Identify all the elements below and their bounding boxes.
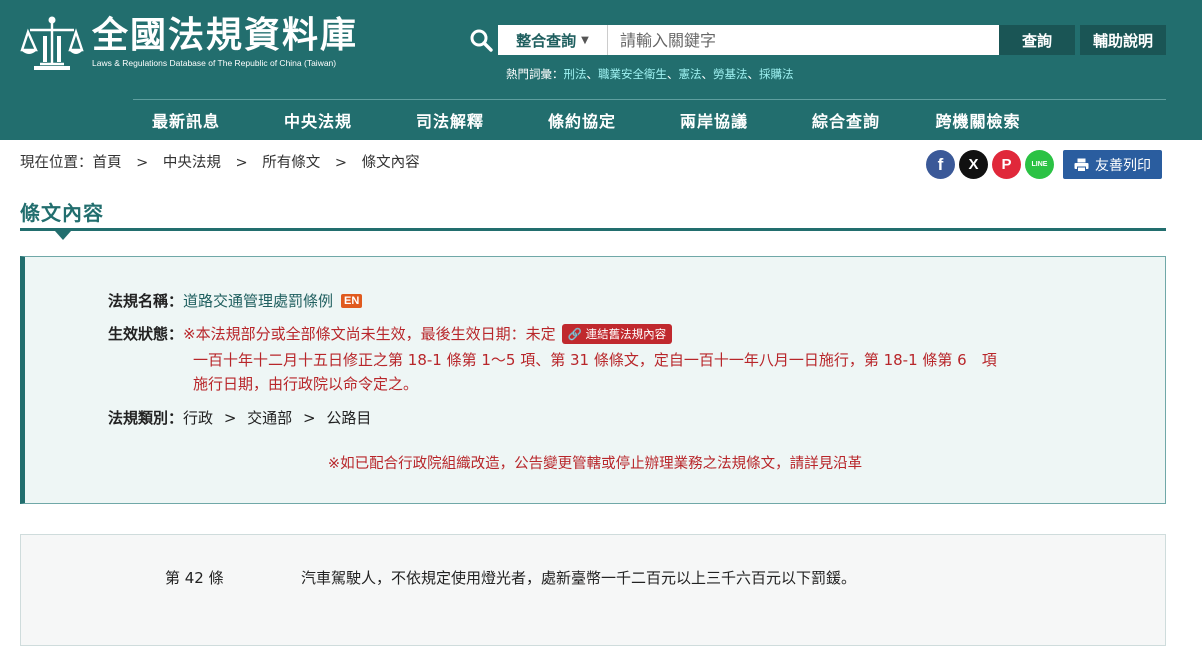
nav-item-news[interactable]: 最新訊息	[120, 108, 252, 132]
search-icon[interactable]	[466, 25, 496, 55]
nav-item-integrated-search[interactable]: 綜合查詢	[780, 108, 912, 132]
site-title: 全國法規資料庫	[92, 15, 359, 56]
breadcrumb-central-laws[interactable]: 中央法規	[163, 155, 221, 171]
nav-item-judicial-interpretations[interactable]: 司法解釋	[384, 108, 516, 132]
breadcrumb: 現在位置：首頁 > 中央法規 > 所有條文 > 條文內容	[20, 151, 420, 172]
printer-icon	[1074, 158, 1089, 172]
english-version-badge[interactable]: EN	[341, 294, 363, 308]
law-name-link[interactable]: 道路交通管理處罰條例	[183, 292, 333, 310]
breadcrumb-separator: >	[136, 155, 149, 171]
category-separator: >	[223, 409, 237, 427]
category-separator: >	[302, 409, 316, 427]
hot-keywords: 熱門詞彙：刑法、職業安全衛生、憲法、勞基法、採購法	[506, 67, 794, 81]
hot-keyword[interactable]: 採購法	[759, 67, 794, 81]
article-panel: 第 42 條 汽車駕駛人，不依規定使用燈光者，處新臺幣一千二百元以上三千六百元以…	[20, 534, 1166, 646]
nav-item-central-laws[interactable]: 中央法規	[252, 108, 384, 132]
law-status-detail-1: 一百十年十二月十五日修正之第 18-1 條第 1～5 項、第 31 條條文，定自…	[193, 351, 997, 369]
line-icon[interactable]: LINE	[1025, 150, 1054, 179]
search-scope-label: 整合查詢	[516, 31, 577, 50]
breadcrumb-separator: >	[235, 155, 248, 171]
law-category-label: 法規類別：	[108, 409, 184, 427]
nav-item-cross-agency-search[interactable]: 跨機關檢索	[912, 108, 1044, 132]
search-button[interactable]: 查詢	[999, 25, 1075, 55]
search-input[interactable]	[608, 25, 999, 55]
law-category-item: 公路目	[326, 409, 372, 427]
breadcrumb-prefix: 現在位置：	[20, 155, 93, 171]
article-text: 汽車駕駛人，不依規定使用燈光者，處新臺幣一千二百元以上三千六百元以下罰鍰。	[301, 569, 857, 587]
old-law-link-button[interactable]: 🔗 連結舊法規內容	[561, 324, 673, 344]
title-arrow	[55, 231, 71, 240]
search-bar: 整合查詢 ▼ 查詢 輔助說明	[466, 25, 1166, 55]
site-header: 全國法規資料庫 Laws & Regulations Database of T…	[0, 0, 1202, 140]
law-category-row: 法規類別：行政 > 交通部 > 公路目	[108, 407, 371, 428]
nav-item-cross-strait[interactable]: 兩岸協議	[648, 108, 780, 132]
hot-keyword[interactable]: 勞基法	[713, 67, 748, 81]
link-icon: 🔗	[567, 327, 582, 341]
nav-item-treaties[interactable]: 條約協定	[516, 108, 648, 132]
print-button[interactable]: 友善列印	[1063, 150, 1162, 179]
law-status-text: ※本法規部分或全部條文尚未生效，最後生效日期：未定	[183, 325, 556, 343]
hot-keyword[interactable]: 刑法	[564, 67, 587, 81]
help-button[interactable]: 輔助說明	[1080, 25, 1166, 55]
old-law-link-label: 連結舊法規內容	[585, 327, 667, 341]
reorganization-notice[interactable]: ※如已配合行政院組織改造，公告變更管轄或停止辦理業務之法規條文，請詳見沿革	[25, 452, 1165, 473]
site-logo[interactable]: 全國法規資料庫 Laws & Regulations Database of T…	[20, 14, 358, 72]
breadcrumb-current: 條文內容	[361, 155, 420, 171]
scales-of-justice-icon	[20, 16, 84, 70]
law-status-label: 生效狀態：	[108, 325, 184, 343]
title-underline	[20, 228, 1166, 231]
main-nav: 最新訊息 中央法規 司法解釋 條約協定 兩岸協議 綜合查詢 跨機關檢索	[120, 100, 1044, 140]
breadcrumb-separator: >	[334, 155, 348, 171]
hot-keywords-label: 熱門詞彙：	[506, 67, 564, 81]
chevron-down-icon: ▼	[581, 34, 589, 46]
hot-keyword[interactable]: 憲法	[679, 67, 702, 81]
law-status-row: 生效狀態：※本法規部分或全部條文尚未生效，最後生效日期：未定 🔗 連結舊法規內容	[108, 323, 673, 344]
law-category-item: 行政	[183, 409, 214, 427]
page-title: 條文內容	[20, 201, 104, 225]
facebook-icon[interactable]: f	[926, 150, 955, 179]
site-subtitle: Laws & Regulations Database of The Repub…	[92, 58, 337, 68]
x-twitter-icon[interactable]: X	[959, 150, 988, 179]
hot-keyword[interactable]: 職業安全衛生	[598, 67, 667, 81]
print-label: 友善列印	[1095, 157, 1151, 174]
search-scope-select[interactable]: 整合查詢 ▼	[498, 25, 608, 55]
law-status-detail-2: 施行日期，由行政院以命令定之。	[193, 375, 419, 393]
breadcrumb-all-articles[interactable]: 所有條文	[262, 155, 320, 171]
law-name-row: 法規名稱：道路交通管理處罰條例 EN	[108, 290, 363, 311]
plurk-icon[interactable]: P	[992, 150, 1021, 179]
breadcrumb-home[interactable]: 首頁	[93, 155, 122, 171]
law-category-item: 交通部	[247, 409, 293, 427]
article-number: 第 42 條	[165, 569, 224, 587]
law-info-panel: 法規名稱：道路交通管理處罰條例 EN 生效狀態：※本法規部分或全部條文尚未生效，最…	[20, 256, 1166, 504]
law-name-label: 法規名稱：	[108, 292, 184, 310]
share-toolbar: f X P LINE 友善列印	[926, 150, 1162, 179]
